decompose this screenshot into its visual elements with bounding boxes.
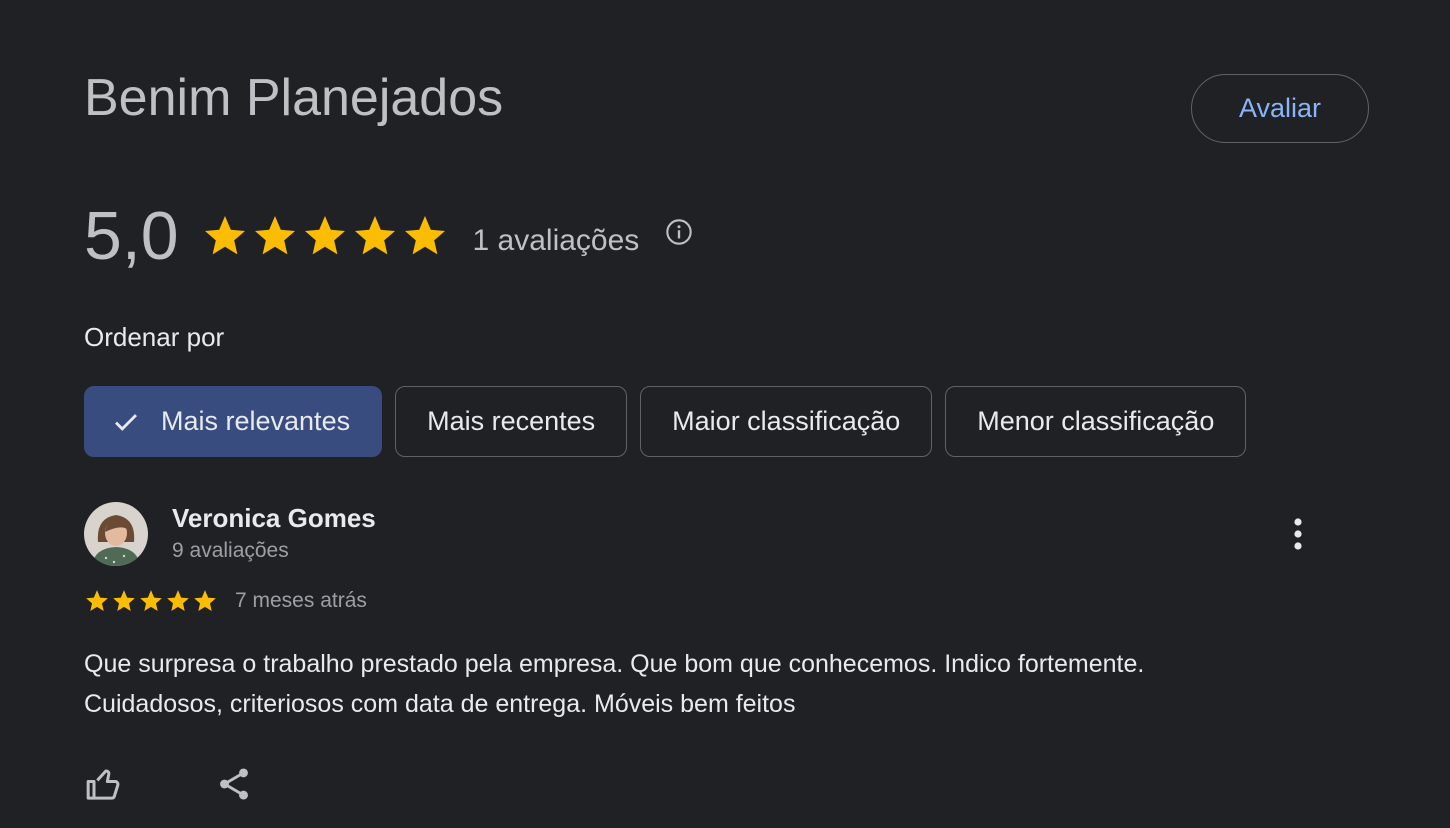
- chip-label: Menor classificação: [977, 406, 1215, 436]
- sort-chip-lowest-rating[interactable]: Menor classificação: [945, 386, 1247, 457]
- share-icon[interactable]: [214, 764, 254, 804]
- review-time: 7 meses atrás: [235, 589, 367, 612]
- star-icon: [301, 212, 349, 260]
- star-icon: [111, 588, 137, 614]
- star-icon: [84, 588, 110, 614]
- sort-chip-newest[interactable]: Mais recentes: [395, 386, 628, 457]
- more-options-icon[interactable]: [1280, 512, 1316, 556]
- chip-label: Maior classificação: [672, 406, 901, 436]
- business-name: Benim Planejados: [84, 69, 504, 127]
- avatar[interactable]: [84, 502, 148, 566]
- star-icon: [201, 212, 249, 260]
- check-icon: [111, 407, 141, 437]
- rating-stars: [201, 212, 451, 260]
- reviews-panel: Benim Planejados Avaliar 5,0 1 avaliaçõe…: [0, 0, 1450, 828]
- star-icon: [138, 588, 164, 614]
- reviewer-name[interactable]: Veronica Gomes: [172, 502, 376, 534]
- review-text-line: Que surpresa o trabalho prestado pela em…: [84, 650, 1145, 678]
- chip-label: Mais recentes: [427, 406, 596, 436]
- review-meta: 7 meses atrás: [84, 588, 367, 614]
- rating-value: 5,0: [84, 198, 179, 274]
- rate-button[interactable]: Avaliar: [1191, 74, 1369, 143]
- star-icon: [351, 212, 399, 260]
- thumbs-up-icon[interactable]: [84, 764, 124, 804]
- star-icon: [251, 212, 299, 260]
- sort-label: Ordenar por: [84, 322, 225, 352]
- review-actions: [84, 764, 254, 804]
- reviewer-info: Veronica Gomes 9 avaliações: [172, 502, 376, 568]
- reviewer-header: Veronica Gomes 9 avaliações: [84, 502, 376, 568]
- star-icon: [401, 212, 449, 260]
- review-text-line: Cuidadosos, criteriosos com data de entr…: [84, 690, 796, 718]
- reviewer-review-count: 9 avaliações: [172, 539, 289, 562]
- star-icon: [165, 588, 191, 614]
- sort-chip-highest-rating[interactable]: Maior classificação: [640, 386, 933, 457]
- rating-summary: 5,0 1 avaliações: [84, 196, 693, 276]
- review-stars: [84, 588, 219, 614]
- sort-chip-most-relevant[interactable]: Mais relevantes: [84, 386, 383, 457]
- chip-label: Mais relevantes: [161, 406, 351, 436]
- total-review-count: 1 avaliações: [472, 224, 640, 257]
- info-icon[interactable]: [665, 218, 693, 251]
- sort-chips: Mais relevantes Mais recentes Maior clas…: [84, 386, 1247, 457]
- star-icon: [192, 588, 218, 614]
- review-text: Que surpresa o trabalho prestado pela em…: [84, 644, 1344, 724]
